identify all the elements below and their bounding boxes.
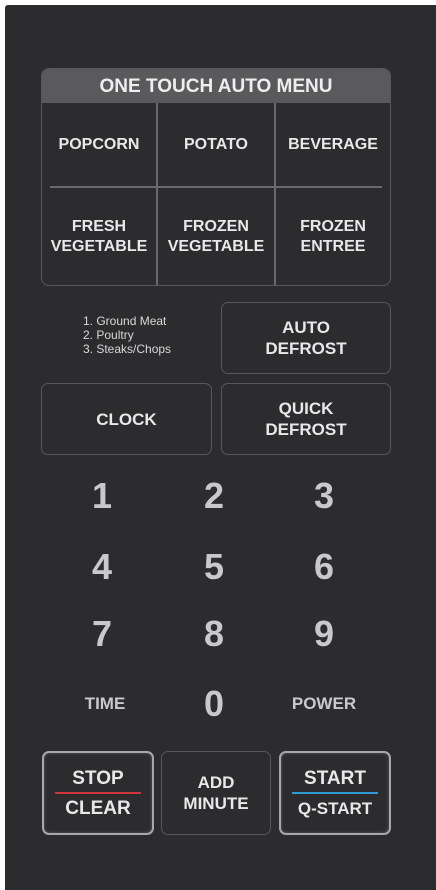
clear-label: CLEAR	[65, 797, 131, 819]
key-1[interactable]: 1	[62, 475, 142, 517]
add-minute-label-line1: ADD	[197, 773, 235, 792]
start-qstart-button[interactable]: START Q-START	[279, 751, 391, 835]
add-minute-label-line2: MINUTE	[183, 794, 249, 813]
auto-menu-box: ONE TOUCH AUTO MENU POPCORN POTATO BEVER…	[41, 68, 391, 286]
frozen-entree-button[interactable]: FROZEN ENTREE	[276, 188, 390, 285]
frozen-entree-label-line2: ENTREE	[300, 237, 366, 255]
frozen-entree-label-line1: FROZEN	[300, 217, 366, 235]
q-start-label: Q-START	[297, 798, 373, 818]
key-2[interactable]: 2	[174, 475, 254, 517]
auto-defrost-label-line2: DEFROST	[265, 339, 347, 358]
key-5[interactable]: 5	[174, 546, 254, 588]
power-button[interactable]: POWER	[274, 694, 374, 714]
quick-defrost-label-line2: DEFROST	[265, 420, 347, 439]
key-3[interactable]: 3	[284, 475, 364, 517]
stop-clear-button[interactable]: STOP CLEAR	[42, 751, 154, 835]
potato-label: POTATO	[184, 135, 248, 153]
frozen-vegetable-label-line2: VEGETABLE	[167, 237, 265, 255]
fresh-vegetable-label-line2: VEGETABLE	[50, 237, 148, 255]
auto-defrost-button[interactable]: AUTO DEFROST	[221, 302, 391, 374]
popcorn-label: POPCORN	[58, 135, 140, 153]
defrost-note-item: 3. Steaks/Chops	[83, 342, 172, 356]
key-6[interactable]: 6	[284, 546, 364, 588]
defrost-note-item: 1. Ground Meat	[83, 314, 167, 328]
auto-menu-title: ONE TOUCH AUTO MENU	[42, 69, 390, 103]
time-button[interactable]: TIME	[55, 694, 155, 714]
key-4[interactable]: 4	[62, 546, 142, 588]
key-8[interactable]: 8	[174, 613, 254, 655]
key-7[interactable]: 7	[62, 613, 142, 655]
beverage-label: BEVERAGE	[288, 135, 378, 153]
popcorn-button[interactable]: POPCORN	[42, 103, 156, 186]
clock-label: CLOCK	[96, 409, 157, 429]
quick-defrost-button[interactable]: QUICK DEFROST	[221, 383, 391, 455]
quick-defrost-label-line1: QUICK	[278, 399, 334, 418]
stop-divider-bar	[55, 791, 141, 794]
start-label: START	[304, 767, 366, 789]
defrost-notes: 1. Ground Meat 2. Poultry 3. Steaks/Chop…	[83, 314, 171, 356]
fresh-vegetable-label-line1: FRESH	[71, 217, 127, 235]
add-minute-button[interactable]: ADD MINUTE	[161, 751, 271, 835]
auto-defrost-label-line1: AUTO	[282, 318, 330, 337]
key-0[interactable]: 0	[174, 683, 254, 725]
frozen-vegetable-label-line1: FROZEN	[183, 217, 249, 235]
stop-label: STOP	[72, 767, 124, 789]
start-divider-bar	[292, 791, 378, 794]
beverage-button[interactable]: BEVERAGE	[276, 103, 390, 186]
key-9[interactable]: 9	[284, 613, 364, 655]
frozen-vegetable-button[interactable]: FROZEN VEGETABLE	[158, 188, 274, 285]
defrost-note-item: 2. Poultry	[83, 328, 134, 342]
potato-button[interactable]: POTATO	[158, 103, 274, 186]
fresh-vegetable-button[interactable]: FRESH VEGETABLE	[42, 188, 156, 285]
clock-button[interactable]: CLOCK	[41, 383, 212, 455]
